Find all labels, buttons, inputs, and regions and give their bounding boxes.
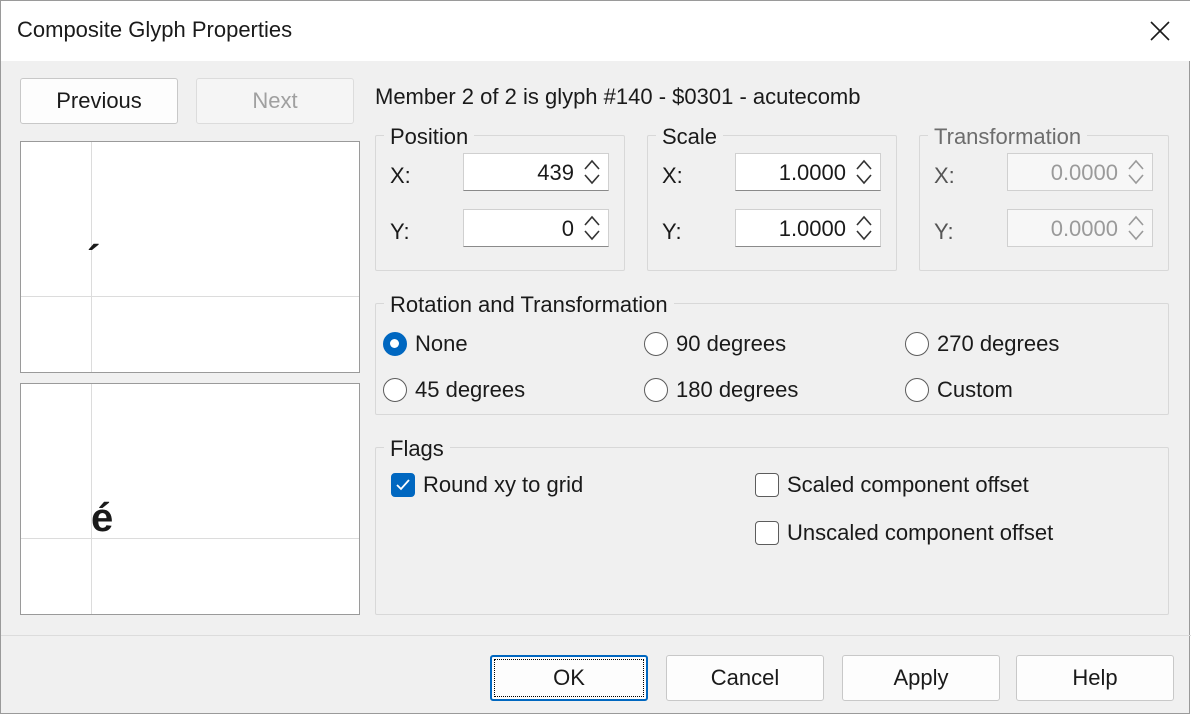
round-xy-checkbox[interactable]: Round xy to grid [391,472,583,498]
rotation-group-label: Rotation and Transformation [384,293,674,317]
radio-indicator [905,332,929,356]
transformation-y-spinner[interactable]: 0.0000 [1007,209,1153,247]
radio-270-label: 270 degrees [937,331,1060,356]
transformation-group-label: Transformation [928,125,1088,149]
radio-custom[interactable]: Custom [905,377,1013,403]
window-title: Composite Glyph Properties [17,17,293,42]
transformation-y-label: Y: [934,219,954,244]
radio-270-degrees[interactable]: 270 degrees [905,331,1059,357]
transformation-x-value: 0.0000 [1050,160,1118,185]
position-x-label: X: [390,163,411,188]
radio-indicator [905,378,929,402]
component-preview: ´ [20,141,360,373]
radio-90-degrees[interactable]: 90 degrees [644,331,786,357]
checkbox-indicator [755,521,779,545]
radio-45-label: 45 degrees [415,377,526,402]
radio-45-degrees[interactable]: 45 degrees [383,377,525,403]
position-x-spinner[interactable]: 439 [463,153,609,191]
previous-button[interactable]: Previous [20,78,178,124]
help-button[interactable]: Help [1016,655,1174,701]
radio-none-label: None [415,331,468,356]
radio-indicator [644,332,668,356]
radio-indicator [383,332,407,356]
position-x-value: 439 [537,160,574,185]
composite-glyph: é [91,496,114,540]
spin-arrows-icon[interactable] [1124,156,1148,188]
component-glyph: ´ [87,238,101,282]
checkmark-icon [396,479,410,491]
checkbox-indicator [391,473,415,497]
spin-arrows-icon[interactable] [580,212,604,244]
scaled-offset-label: Scaled component offset [787,472,1029,497]
ok-button-label: OK [553,665,585,690]
scale-x-label: X: [662,163,683,188]
previous-button-label: Previous [56,88,142,113]
round-xy-label: Round xy to grid [423,472,584,497]
apply-button[interactable]: Apply [842,655,1000,701]
next-button[interactable]: Next [196,78,354,124]
spin-arrows-icon[interactable] [852,212,876,244]
cancel-button[interactable]: Cancel [666,655,824,701]
scale-x-value: 1.0000 [778,160,846,185]
flags-group-label: Flags [384,437,450,461]
scale-y-label: Y: [662,219,682,244]
scale-y-value: 1.0000 [778,216,846,241]
transformation-y-value: 0.0000 [1050,216,1118,241]
ok-button[interactable]: OK [490,655,648,701]
checkbox-indicator [755,473,779,497]
spin-arrows-icon[interactable] [852,156,876,188]
scale-group-label: Scale [656,125,724,149]
radio-indicator [383,378,407,402]
composite-baseline-horizontal [21,538,359,539]
position-y-value: 0 [561,216,574,241]
close-icon [1150,21,1170,41]
member-info: Member 2 of 2 is glyph #140 - $0301 - ac… [375,84,861,109]
next-button-label: Next [252,88,298,113]
radio-180-label: 180 degrees [676,377,799,402]
radio-180-degrees[interactable]: 180 degrees [644,377,798,403]
scale-y-spinner[interactable]: 1.0000 [735,209,881,247]
unscaled-offset-label: Unscaled component offset [787,520,1054,545]
radio-90-label: 90 degrees [676,331,787,356]
apply-button-label: Apply [893,665,949,690]
radio-none[interactable]: None [383,331,468,357]
spin-arrows-icon[interactable] [580,156,604,188]
close-button[interactable] [1137,9,1183,53]
radio-custom-label: Custom [937,377,1013,402]
composite-glyph-dialog: Composite Glyph Properties Previous Next… [0,0,1191,714]
spin-arrows-icon[interactable] [1124,212,1148,244]
footer-separator [1,635,1191,636]
scale-x-spinner[interactable]: 1.0000 [735,153,881,191]
composite-preview: é [20,383,360,615]
position-y-spinner[interactable]: 0 [463,209,609,247]
transformation-x-spinner[interactable]: 0.0000 [1007,153,1153,191]
help-button-label: Help [1072,665,1118,690]
radio-indicator [644,378,668,402]
scaled-offset-checkbox[interactable]: Scaled component offset [755,472,1029,498]
position-y-label: Y: [390,219,410,244]
cancel-button-label: Cancel [710,665,780,690]
unscaled-offset-checkbox[interactable]: Unscaled component offset [755,520,1053,546]
transformation-x-label: X: [934,163,955,188]
position-group-label: Position [384,125,475,149]
preview-baseline-horizontal [21,296,359,297]
title-bar: Composite Glyph Properties [1,1,1191,61]
